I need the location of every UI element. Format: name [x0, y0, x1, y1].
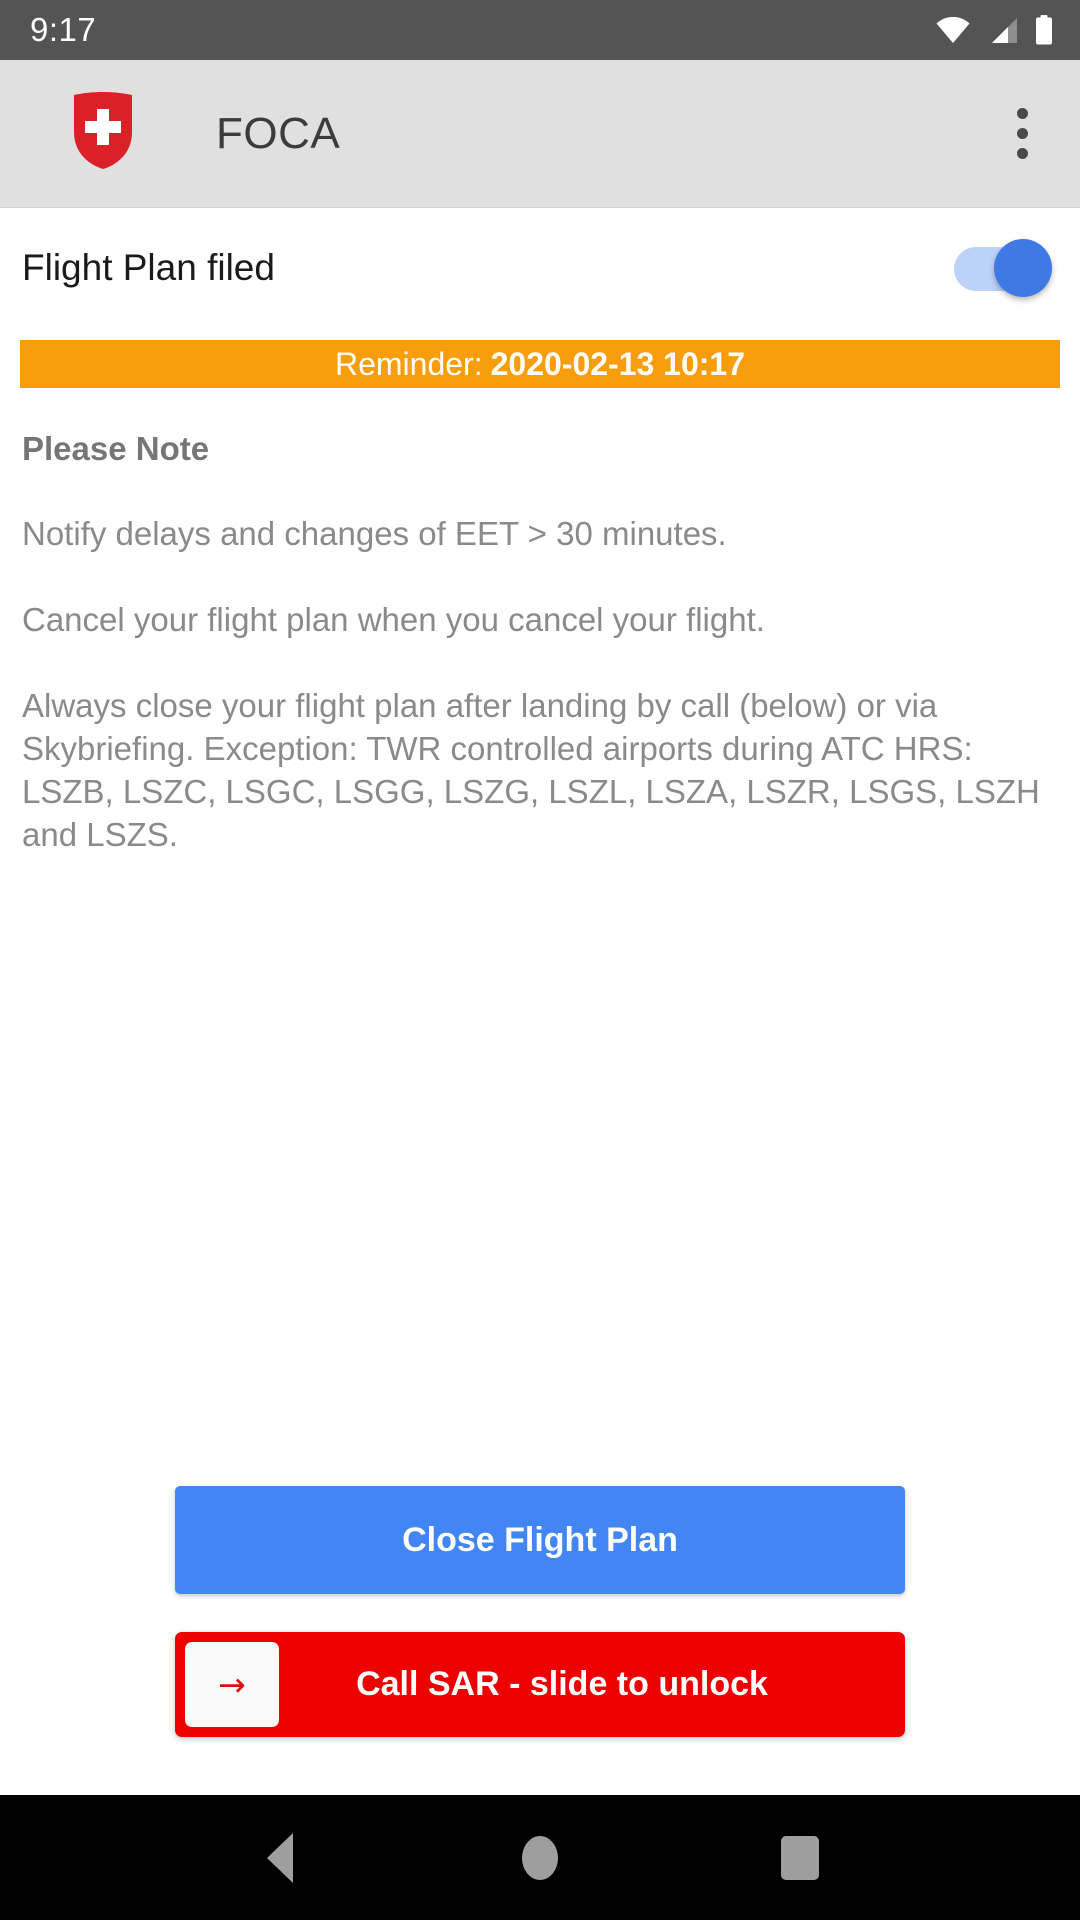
notes-paragraph: Notify delays and changes of EET > 30 mi… — [22, 515, 727, 552]
arrow-right-icon: → — [218, 1665, 246, 1704]
home-circle-icon — [522, 1835, 558, 1880]
nav-recents-button[interactable] — [745, 1803, 855, 1913]
notes-heading: Please Note — [22, 430, 210, 467]
reminder-banner: Reminder: 2020-02-13 10:17 — [20, 340, 1060, 388]
flight-plan-filed-toggle[interactable] — [954, 239, 1052, 297]
sar-slider-handle[interactable]: → — [185, 1642, 279, 1727]
nav-back-button[interactable] — [225, 1803, 335, 1913]
wifi-icon — [936, 16, 970, 44]
cellular-signal-icon — [986, 17, 1018, 44]
close-flight-plan-button[interactable]: Close Flight Plan — [175, 1486, 905, 1594]
more-options-dot — [1016, 148, 1028, 159]
reminder-prefix: Reminder: — [334, 345, 483, 382]
toggle-thumb — [994, 239, 1052, 297]
notes-paragraph: Always close your flight plan after land… — [22, 687, 1040, 853]
app-title: FOCA — [216, 108, 341, 158]
nav-home-button[interactable] — [485, 1803, 595, 1913]
more-options-dot — [1016, 128, 1028, 139]
app-bar: FOCA — [0, 60, 1080, 208]
status-bar-clock: 9:17 — [30, 11, 97, 48]
flight-plan-filed-row: Flight Plan filed — [0, 208, 1080, 328]
reminder-datetime: 2020-02-13 10:17 — [490, 345, 746, 382]
notes-section: Please Note Notify delays and changes of… — [0, 388, 1080, 856]
main-content: Flight Plan filed Reminder: 2020-02-13 1… — [0, 208, 1080, 1795]
battery-icon — [1034, 15, 1054, 45]
back-triangle-icon — [267, 1832, 293, 1883]
more-options-icon[interactable] — [992, 92, 1052, 176]
status-bar: 9:17 — [0, 0, 1080, 60]
recents-square-icon — [781, 1835, 819, 1880]
notes-paragraph: Cancel your flight plan when you cancel … — [22, 601, 765, 638]
action-buttons: Close Flight Plan → Call SAR - slide to … — [0, 1486, 1080, 1795]
status-bar-icons — [936, 15, 1054, 45]
android-navigation-bar — [0, 1795, 1080, 1920]
more-options-dot — [1016, 108, 1028, 119]
swiss-coat-of-arms-shield-icon — [72, 92, 134, 175]
call-sar-slider[interactable]: → Call SAR - slide to unlock — [175, 1632, 905, 1737]
call-sar-slider-label: Call SAR - slide to unlock — [356, 1665, 768, 1703]
flight-plan-filed-label: Flight Plan filed — [22, 247, 275, 288]
phone-screen: 9:17 FOCA Flight Plan filed Reminder: 20… — [0, 0, 1080, 1920]
